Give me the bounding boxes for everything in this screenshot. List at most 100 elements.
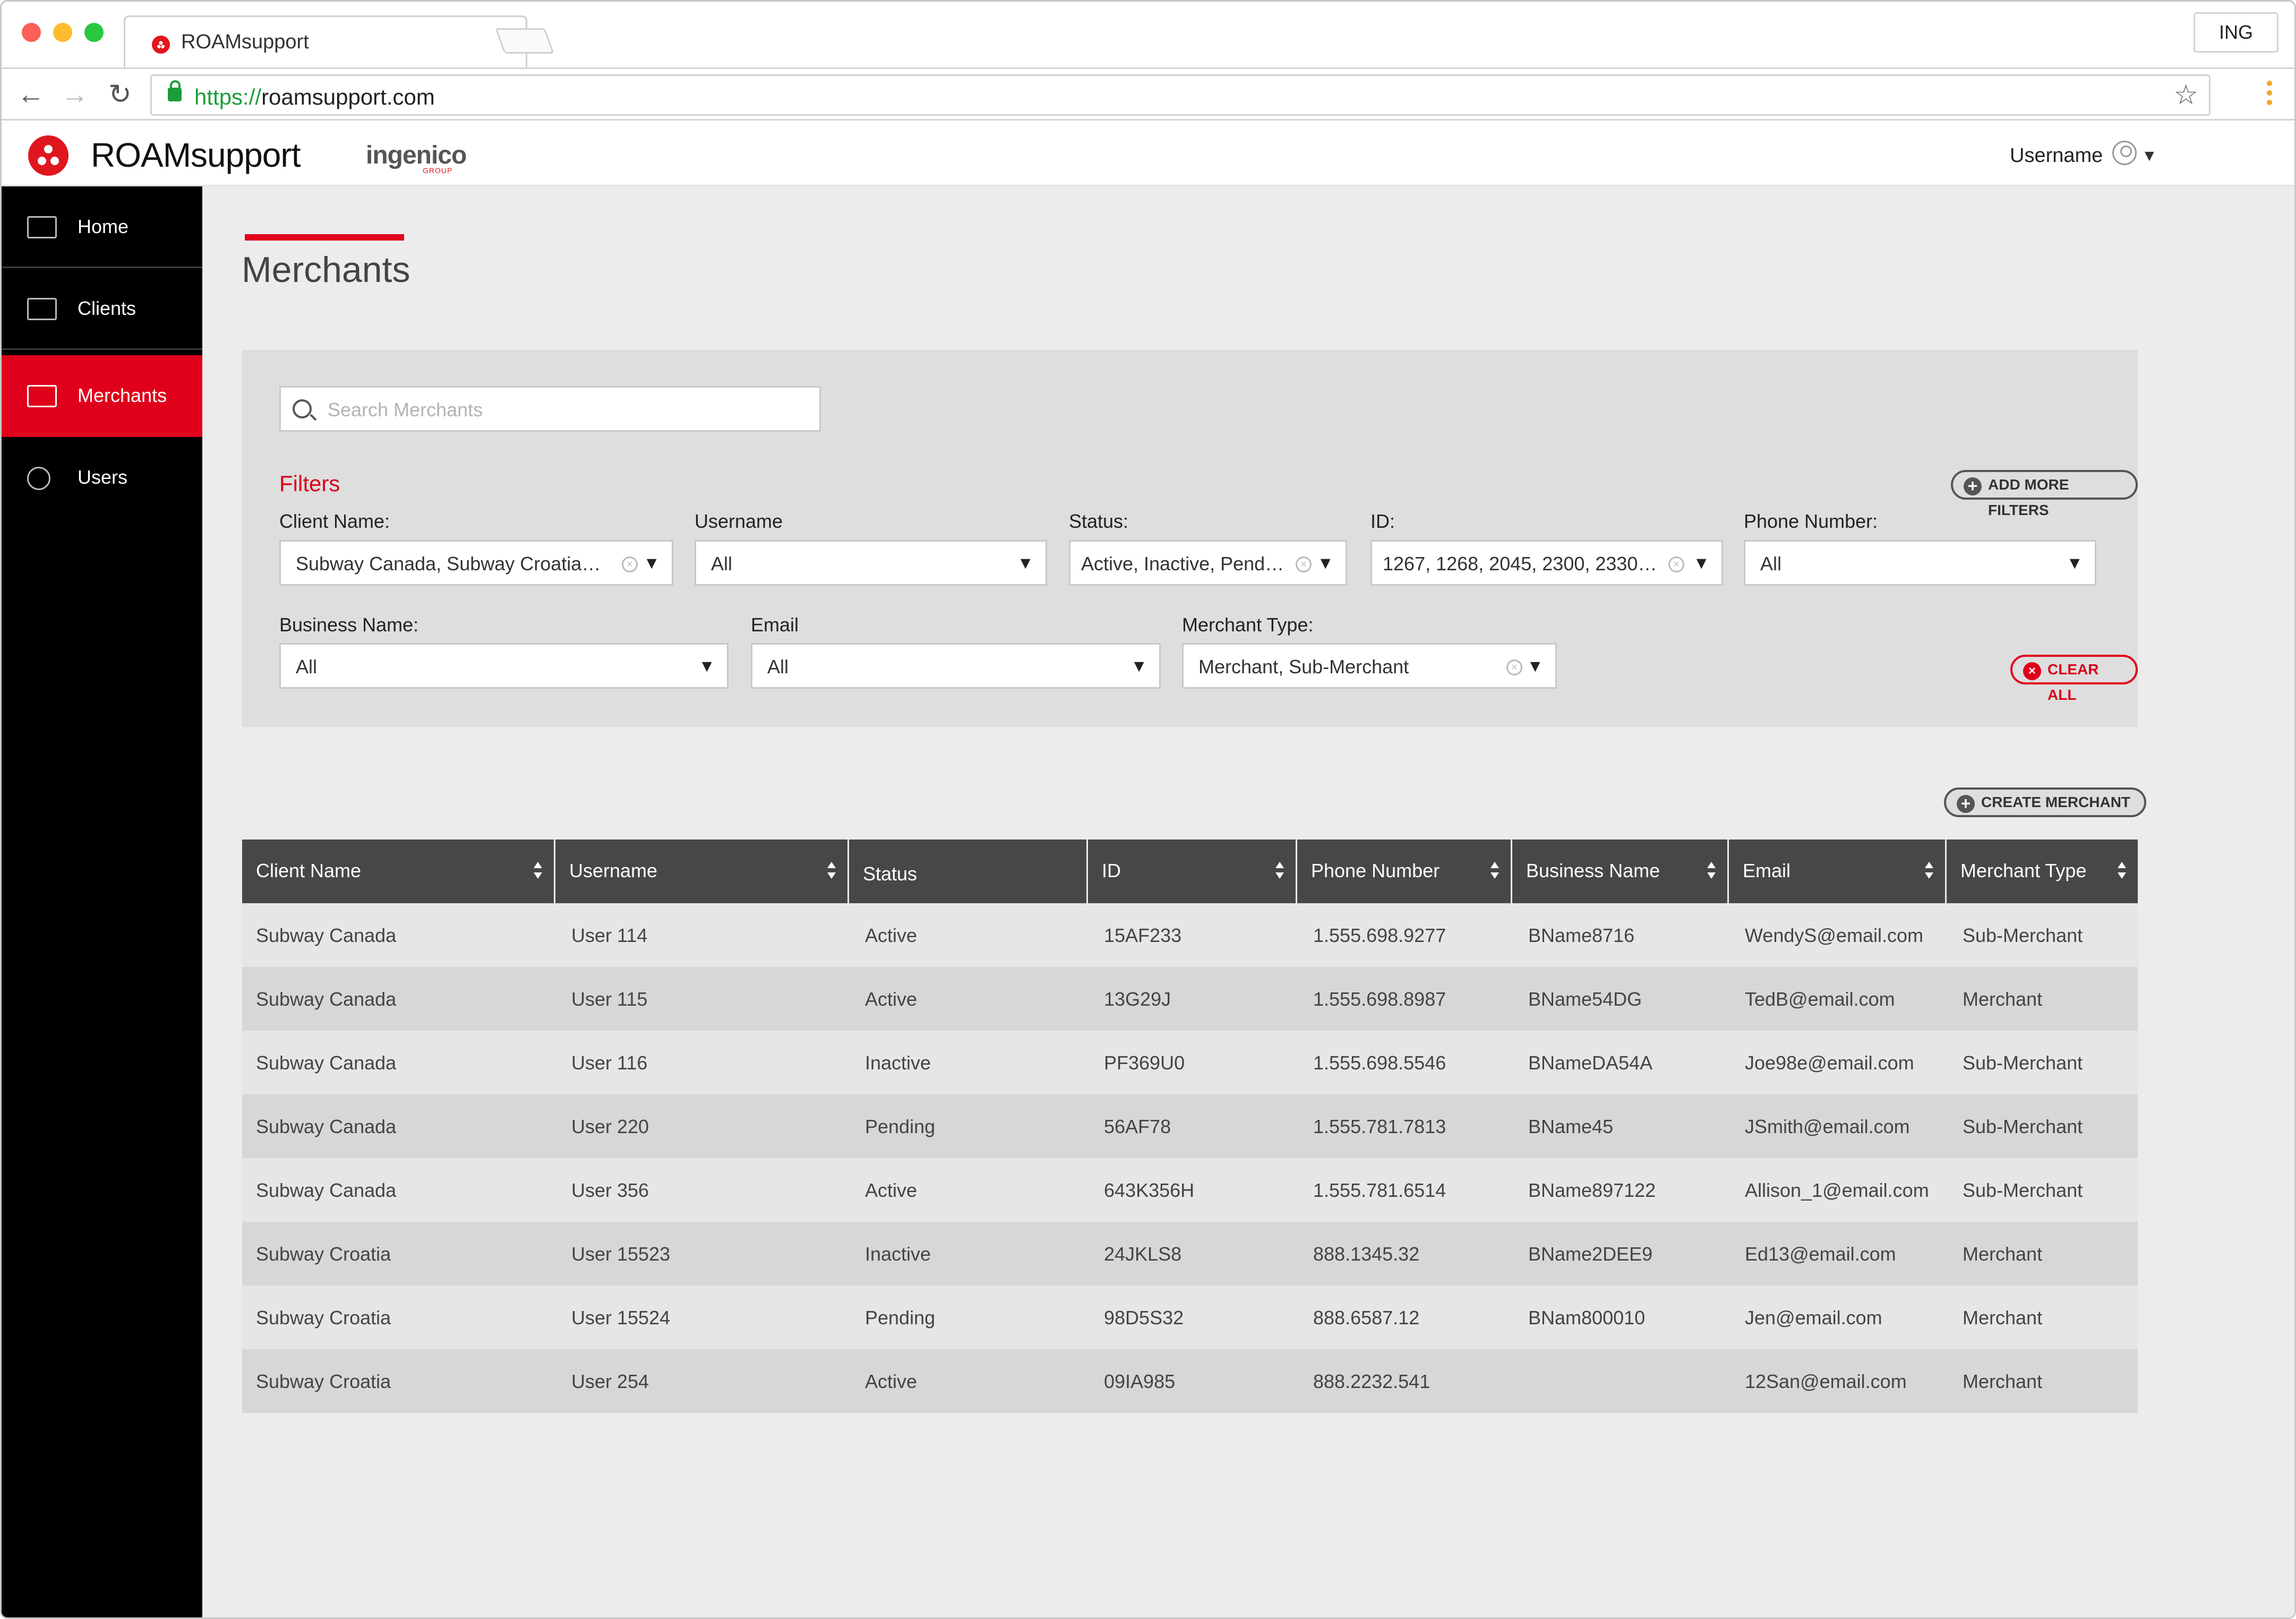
clear-circle-icon[interactable]: × [1296, 556, 1312, 572]
select-value: 1267, 1268, 2045, 2300, 2330… [1383, 553, 1657, 575]
window-close-button[interactable] [22, 23, 41, 42]
column-header-merchant-type[interactable]: Merchant Type [1947, 840, 2138, 903]
window-maximize-button[interactable] [84, 23, 104, 42]
column-header-id[interactable]: ID [1088, 840, 1297, 903]
new-tab-button[interactable] [495, 28, 554, 54]
sidebar-item-clients[interactable]: Clients [2, 268, 202, 350]
cell-business-name: BNam800010 [1528, 1307, 1646, 1329]
sort-icon[interactable] [1490, 862, 1499, 881]
column-header-label: Business Name [1526, 860, 1660, 881]
filter-label-status: Status: [1069, 510, 1129, 532]
reload-icon[interactable]: ↻ [104, 79, 136, 110]
table-row[interactable]: Subway Canada User 220 Pending 56AF78 1.… [242, 1094, 2138, 1158]
select-value: All [1760, 553, 1782, 575]
browser-menu-icon[interactable] [2267, 81, 2273, 110]
profile-button[interactable]: ING [2194, 12, 2278, 53]
sort-icon[interactable] [534, 862, 542, 881]
cell-username: User 116 [571, 1052, 648, 1074]
client-name-select[interactable]: Subway Canada, Subway Croatia… × ▼ [279, 540, 673, 586]
cell-client-name: Subway Canada [256, 924, 397, 946]
column-header-email[interactable]: Email [1729, 840, 1947, 903]
add-more-filters-button[interactable]: + ADD MORE FILTERS [1951, 470, 2138, 518]
back-arrow-icon[interactable]: ← [15, 79, 47, 110]
column-header-label: Phone Number [1311, 860, 1440, 881]
sort-icon[interactable] [827, 862, 836, 881]
sort-icon[interactable] [1925, 862, 1933, 881]
browser-tab[interactable]: ROAMsupport [124, 15, 527, 67]
sidebar-item-merchants[interactable]: Merchants [2, 355, 202, 437]
chevron-down-icon[interactable]: ▼ [2141, 147, 2157, 165]
clear-circle-icon[interactable]: × [1506, 659, 1522, 675]
username-select[interactable]: All ▼ [695, 540, 1047, 586]
table-row[interactable]: Subway Croatia User 15523 Inactive 24JKL… [242, 1222, 2138, 1286]
column-header-label: Email [1743, 860, 1791, 881]
table-row[interactable]: Subway Canada User 116 Inactive PF369U0 … [242, 1031, 2138, 1094]
create-merchant-button[interactable]: + CREATE MERCHANT [1944, 787, 2147, 817]
close-circle-icon: × [2023, 662, 2041, 680]
sidebar-item-home[interactable]: Home [2, 186, 202, 268]
email-select[interactable]: All ▼ [751, 643, 1161, 689]
column-header-username[interactable]: Username [555, 840, 849, 903]
sidebar-item-label: Home [78, 216, 129, 237]
page-title: Merchants [242, 250, 410, 290]
sort-icon[interactable] [1707, 862, 1716, 881]
column-header-business-name[interactable]: Business Name [1512, 840, 1729, 903]
cell-client-name: Subway Canada [256, 1116, 397, 1137]
cell-phone: 888.6587.12 [1313, 1307, 1420, 1329]
select-value: All [711, 553, 733, 575]
search-input[interactable] [328, 397, 795, 423]
sort-icon[interactable] [2118, 862, 2126, 881]
status-select[interactable]: Active, Inactive, Pend… × ▼ [1069, 540, 1347, 586]
table-row[interactable]: Subway Canada User 356 Active 643K356H 1… [242, 1158, 2138, 1222]
tab-title: ROAMsupport [181, 31, 309, 53]
business-name-select[interactable]: All ▼ [279, 643, 729, 689]
table-row[interactable]: Subway Croatia User 254 Active 09IA985 8… [242, 1349, 2138, 1413]
sidebar-item-label: Clients [78, 297, 136, 319]
select-value: Active, Inactive, Pend… [1081, 553, 1284, 575]
cell-merchant-type: Merchant [1963, 1370, 2043, 1392]
merchant-type-select[interactable]: Merchant, Sub-Merchant × ▼ [1182, 643, 1557, 689]
cell-status: Pending [865, 1307, 936, 1329]
sidebar-item-users[interactable]: Users [2, 437, 202, 519]
clear-all-button[interactable]: × CLEAR ALL [2010, 655, 2138, 703]
storefront-icon [27, 385, 57, 407]
cell-username: User 15523 [571, 1243, 671, 1265]
cell-business-name: BName54DG [1528, 988, 1642, 1010]
cell-client-name: Subway Canada [256, 1179, 397, 1201]
phone-number-select[interactable]: All ▼ [1744, 540, 2096, 586]
filter-label-id: ID: [1370, 510, 1395, 532]
column-header-status: Status [849, 840, 1088, 903]
column-header-phone-number[interactable]: Phone Number [1297, 840, 1512, 903]
table-row[interactable]: Subway Croatia User 15524 Pending 98D5S3… [242, 1286, 2138, 1349]
url-text: https://roamsupport.com [194, 84, 435, 109]
cell-status: Pending [865, 1116, 936, 1137]
bookmark-star-icon[interactable]: ☆ [2173, 79, 2198, 111]
username-label[interactable]: Username [2010, 144, 2103, 167]
search-box[interactable] [279, 386, 821, 432]
address-bar[interactable]: https://roamsupport.com ☆ [150, 74, 2211, 116]
chevron-down-icon: ▼ [1527, 656, 1544, 675]
cell-username: User 356 [571, 1179, 649, 1201]
id-select[interactable]: 1267, 1268, 2045, 2300, 2330… × ▼ [1370, 540, 1723, 586]
select-value: Subway Canada, Subway Croatia… [296, 553, 601, 575]
clear-circle-icon[interactable]: × [622, 556, 638, 572]
chevron-down-icon: ▼ [1693, 553, 1710, 572]
sort-icon[interactable] [1275, 862, 1284, 881]
forward-arrow-icon[interactable]: → [59, 79, 91, 110]
cell-phone: 888.1345.32 [1313, 1243, 1420, 1265]
cell-phone: 1.555.698.8987 [1313, 988, 1446, 1010]
cell-business-name: BName2DEE9 [1528, 1243, 1653, 1265]
home-icon [27, 216, 57, 238]
window-minimize-button[interactable] [53, 23, 72, 42]
table-row[interactable]: Subway Canada User 114 Active 15AF233 1.… [242, 903, 2138, 967]
table-row[interactable]: Subway Canada User 115 Active 13G29J 1.5… [242, 967, 2138, 1031]
cell-client-name: Subway Croatia [256, 1307, 391, 1329]
cell-id: 09IA985 [1104, 1370, 1176, 1392]
cell-business-name: BName8716 [1528, 924, 1635, 946]
user-avatar-icon[interactable] [2112, 141, 2137, 165]
column-header-client-name[interactable]: Client Name [242, 840, 555, 903]
cell-id: 24JKLS8 [1104, 1243, 1182, 1265]
cell-phone: 888.2232.541 [1313, 1370, 1430, 1392]
select-value: All [767, 656, 789, 678]
clear-circle-icon[interactable]: × [1668, 556, 1684, 572]
